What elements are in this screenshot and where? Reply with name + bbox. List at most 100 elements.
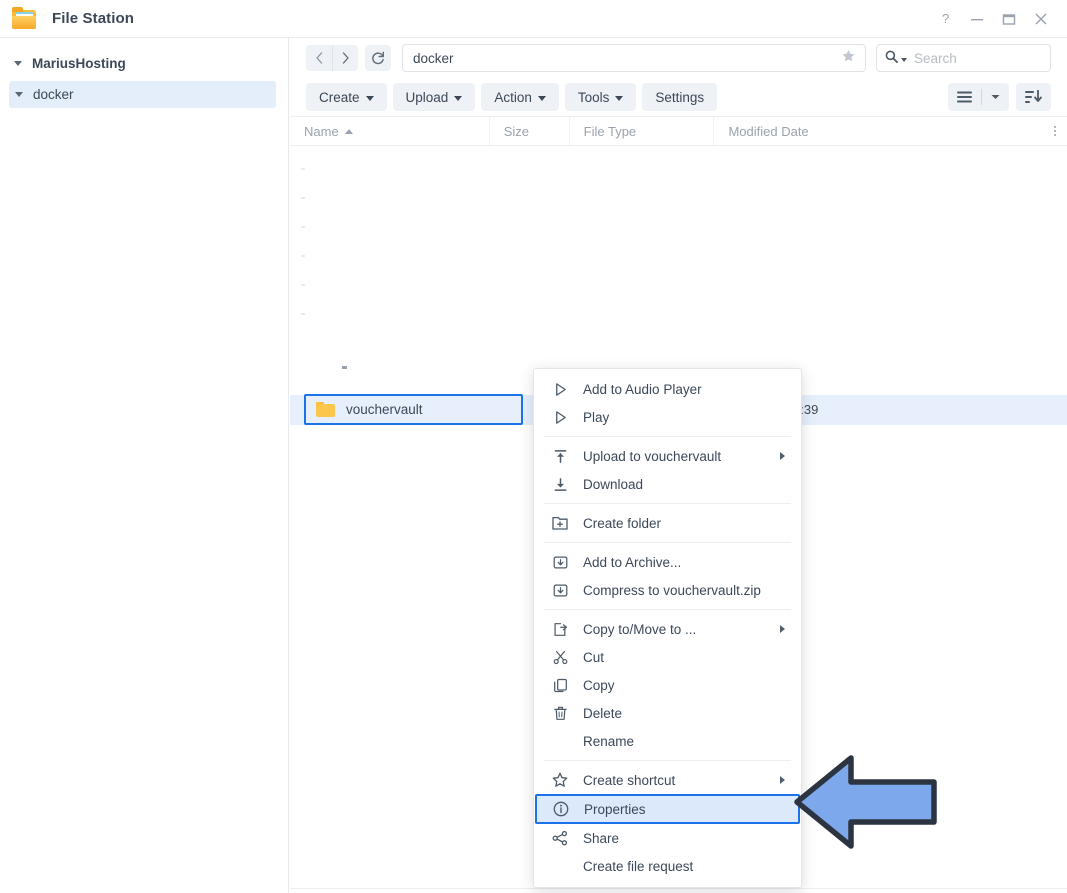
status-bar: items xyxy=(290,888,1067,893)
menu-item-label: Properties xyxy=(584,801,646,817)
download-icon xyxy=(550,477,570,492)
row-placeholder xyxy=(301,168,305,170)
menu-item-cut[interactable]: Cut xyxy=(534,643,801,671)
menu-item-label: Add to Audio Player xyxy=(583,381,702,397)
menu-divider xyxy=(544,436,791,437)
menu-item-label: Play xyxy=(583,409,610,425)
upload-button[interactable]: Upload xyxy=(392,83,476,111)
menu-item-properties[interactable]: Properties xyxy=(535,794,800,824)
menu-item-copy-to-move-to[interactable]: Copy to/Move to ... xyxy=(534,615,801,643)
menu-item-label: Share xyxy=(583,830,620,846)
tools-button[interactable]: Tools xyxy=(564,83,637,111)
row-placeholder xyxy=(301,284,305,286)
search-placeholder: Search xyxy=(914,50,957,66)
menu-item-add-to-archive[interactable]: Add to Archive... xyxy=(534,548,801,576)
folder-plus-icon xyxy=(550,516,570,531)
menu-item-label: Create shortcut xyxy=(583,772,676,788)
chevron-right-icon[interactable] xyxy=(332,45,358,71)
view-mode-group[interactable] xyxy=(948,83,1009,111)
chevron-left-icon[interactable] xyxy=(306,45,332,71)
menu-item-create-file-request[interactable]: Create file request xyxy=(534,852,801,880)
file-name-cell-selected[interactable]: vouchervault xyxy=(304,394,523,425)
action-button-label: Action xyxy=(494,89,532,105)
play-outline-icon xyxy=(550,410,570,425)
menu-item-label: Download xyxy=(583,476,644,492)
close-icon[interactable] xyxy=(1025,4,1057,34)
column-header-modified-date[interactable]: Modified Date xyxy=(714,116,1054,146)
menu-item-compress-to-zip[interactable]: Compress to vouchervault.zip xyxy=(534,576,801,604)
info-circle-icon xyxy=(551,801,571,817)
menu-item-rename[interactable]: Rename xyxy=(534,727,801,755)
archive-icon xyxy=(550,583,570,598)
submenu-arrow-icon xyxy=(780,452,785,460)
menu-item-label: Create folder xyxy=(583,515,662,531)
settings-button-label: Settings xyxy=(655,89,705,105)
menu-item-download[interactable]: Download xyxy=(534,470,801,498)
menu-item-add-to-audio-player[interactable]: Add to Audio Player xyxy=(534,375,801,403)
folder-icon xyxy=(316,402,335,417)
copy-icon xyxy=(550,678,570,693)
row-placeholder xyxy=(342,366,347,369)
more-vertical-icon[interactable] xyxy=(1054,126,1056,136)
menu-item-share[interactable]: Share xyxy=(534,824,801,852)
copy-move-icon xyxy=(550,622,570,637)
file-station-window: File Station ? MariusHosting docker dock… xyxy=(0,0,1067,893)
submenu-arrow-icon xyxy=(780,776,785,784)
menu-item-label: Rename xyxy=(583,733,635,749)
column-label: Name xyxy=(304,123,339,139)
row-placeholder xyxy=(301,226,305,228)
star-outline-icon xyxy=(550,772,570,788)
folder-icon xyxy=(12,6,38,31)
chevron-down-icon xyxy=(454,95,463,101)
chevron-down-icon[interactable] xyxy=(14,58,25,69)
sidebar-item-label: docker xyxy=(33,87,74,102)
column-header-file-type[interactable]: File Type xyxy=(570,116,715,146)
chevron-down-icon[interactable] xyxy=(901,57,907,62)
svg-text:?: ? xyxy=(942,12,949,25)
sort-ascending-icon xyxy=(344,128,353,134)
menu-divider xyxy=(544,542,791,543)
menu-item-label: Upload to vouchervault xyxy=(583,448,722,464)
search-icon xyxy=(885,50,898,66)
list-view-icon[interactable] xyxy=(948,91,981,103)
column-label: File Type xyxy=(583,123,637,139)
menu-item-upload-to-vouchervault[interactable]: Upload to vouchervault xyxy=(534,442,801,470)
row-placeholder xyxy=(301,313,305,315)
chevron-down-icon[interactable] xyxy=(15,89,26,100)
navigation-bar: docker Search xyxy=(290,38,1067,78)
play-outline-icon xyxy=(550,382,570,397)
scissors-icon xyxy=(550,650,570,665)
menu-item-delete[interactable]: Delete xyxy=(534,699,801,727)
column-header-size[interactable]: Size xyxy=(490,116,570,146)
toolbar: Create Upload Action Tools Settings xyxy=(290,78,1067,116)
sidebar-item-mariushosting[interactable]: MariusHosting xyxy=(0,50,288,77)
menu-divider xyxy=(544,503,791,504)
help-button[interactable]: ? xyxy=(929,4,961,34)
menu-item-label: Copy xyxy=(583,677,615,693)
settings-button[interactable]: Settings xyxy=(642,83,718,111)
star-icon[interactable] xyxy=(841,49,856,68)
create-button[interactable]: Create xyxy=(306,83,387,111)
sidebar-item-docker[interactable]: docker xyxy=(9,81,276,108)
column-header-name[interactable]: Name xyxy=(290,116,490,146)
menu-item-label: Create file request xyxy=(583,858,694,874)
chevron-down-icon[interactable] xyxy=(982,94,1009,100)
sidebar: MariusHosting docker xyxy=(0,38,289,893)
menu-divider xyxy=(544,609,791,610)
path-input[interactable]: docker xyxy=(402,44,866,72)
sort-descending-icon[interactable] xyxy=(1016,83,1051,111)
menu-item-create-shortcut[interactable]: Create shortcut xyxy=(534,766,801,794)
menu-item-label: Compress to vouchervault.zip xyxy=(583,582,761,598)
menu-item-copy[interactable]: Copy xyxy=(534,671,801,699)
search-input[interactable]: Search xyxy=(876,44,1051,72)
row-placeholder xyxy=(301,255,305,257)
action-button[interactable]: Action xyxy=(481,83,559,111)
title-bar: File Station ? xyxy=(0,0,1067,38)
minimize-icon[interactable] xyxy=(961,4,993,34)
row-placeholder xyxy=(301,197,305,199)
chevron-down-icon xyxy=(537,95,546,101)
maximize-icon[interactable] xyxy=(993,4,1025,34)
menu-item-create-folder[interactable]: Create folder xyxy=(534,509,801,537)
refresh-icon[interactable] xyxy=(365,45,391,71)
menu-item-play[interactable]: Play xyxy=(534,403,801,431)
